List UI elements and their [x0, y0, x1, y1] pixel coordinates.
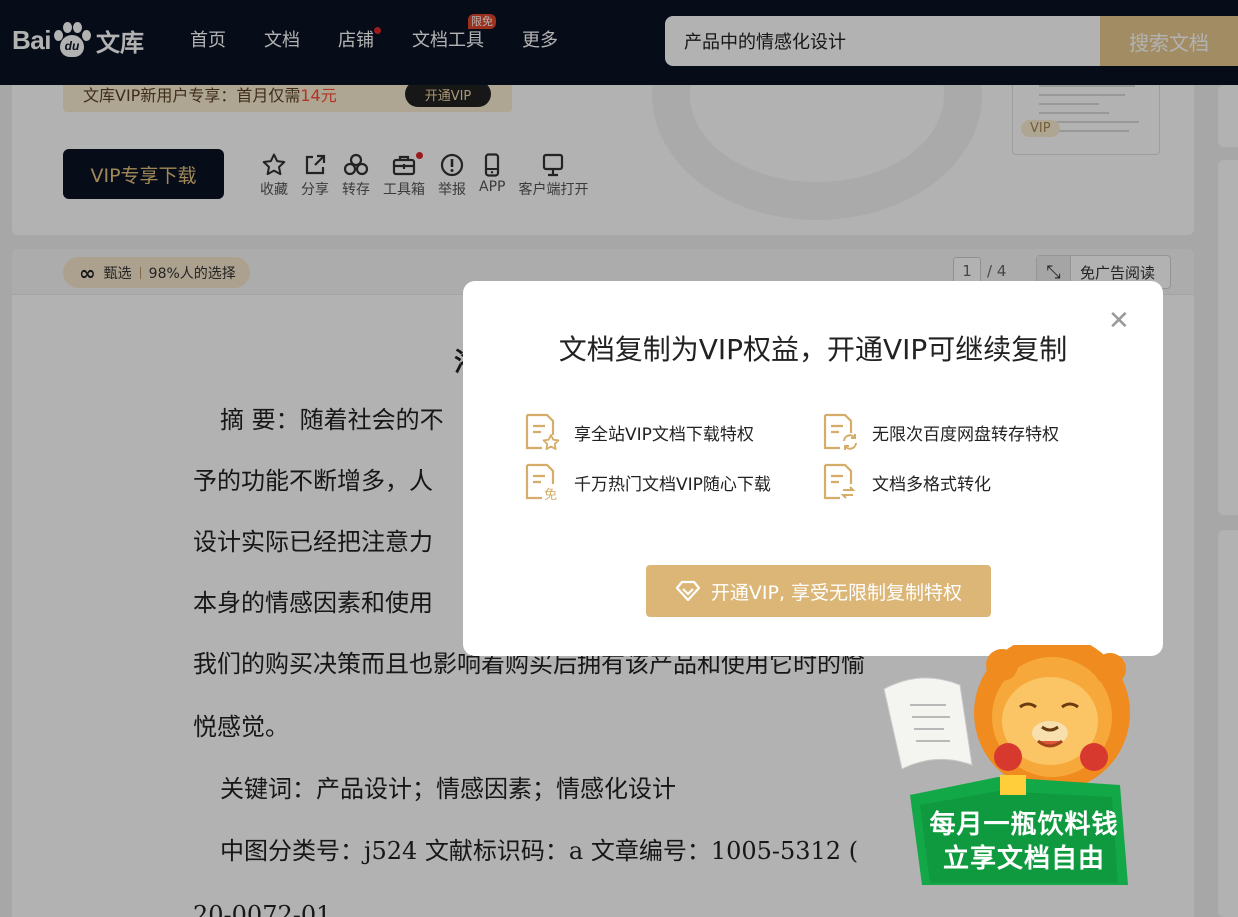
doc-star-icon [525, 413, 560, 450]
benefit-item: 享全站VIP文档下载特权 [523, 412, 754, 452]
ad-slogan: 每月一瓶饮料钱 立享文档自由 [929, 810, 1119, 874]
vip-copy-modal: ✕ 文档复制为VIP权益，开通VIP可继续复制 享全站VIP文档下载特权 无限次… [463, 281, 1163, 656]
activate-vip-copy-button[interactable]: 开通VIP, 享受无限制复制特权 [646, 565, 991, 617]
modal-title: 文档复制为VIP权益，开通VIP可继续复制 [558, 333, 1068, 366]
benefit-item: 文档多格式转化 [821, 462, 991, 502]
doc-free-icon: 免 [525, 463, 557, 502]
doc-sync-icon [823, 413, 857, 450]
benefit-item: 无限次百度网盘转存特权 [821, 412, 1059, 452]
svg-text:免: 免 [544, 488, 557, 502]
doc-convert-icon [823, 463, 856, 500]
mascot-promo-ad[interactable]: 每月一瓶饮料钱 立享文档自由 [880, 635, 1140, 890]
benefit-item: 免 千万热门文档VIP随心下载 [523, 462, 771, 502]
diamond-icon [675, 580, 701, 602]
